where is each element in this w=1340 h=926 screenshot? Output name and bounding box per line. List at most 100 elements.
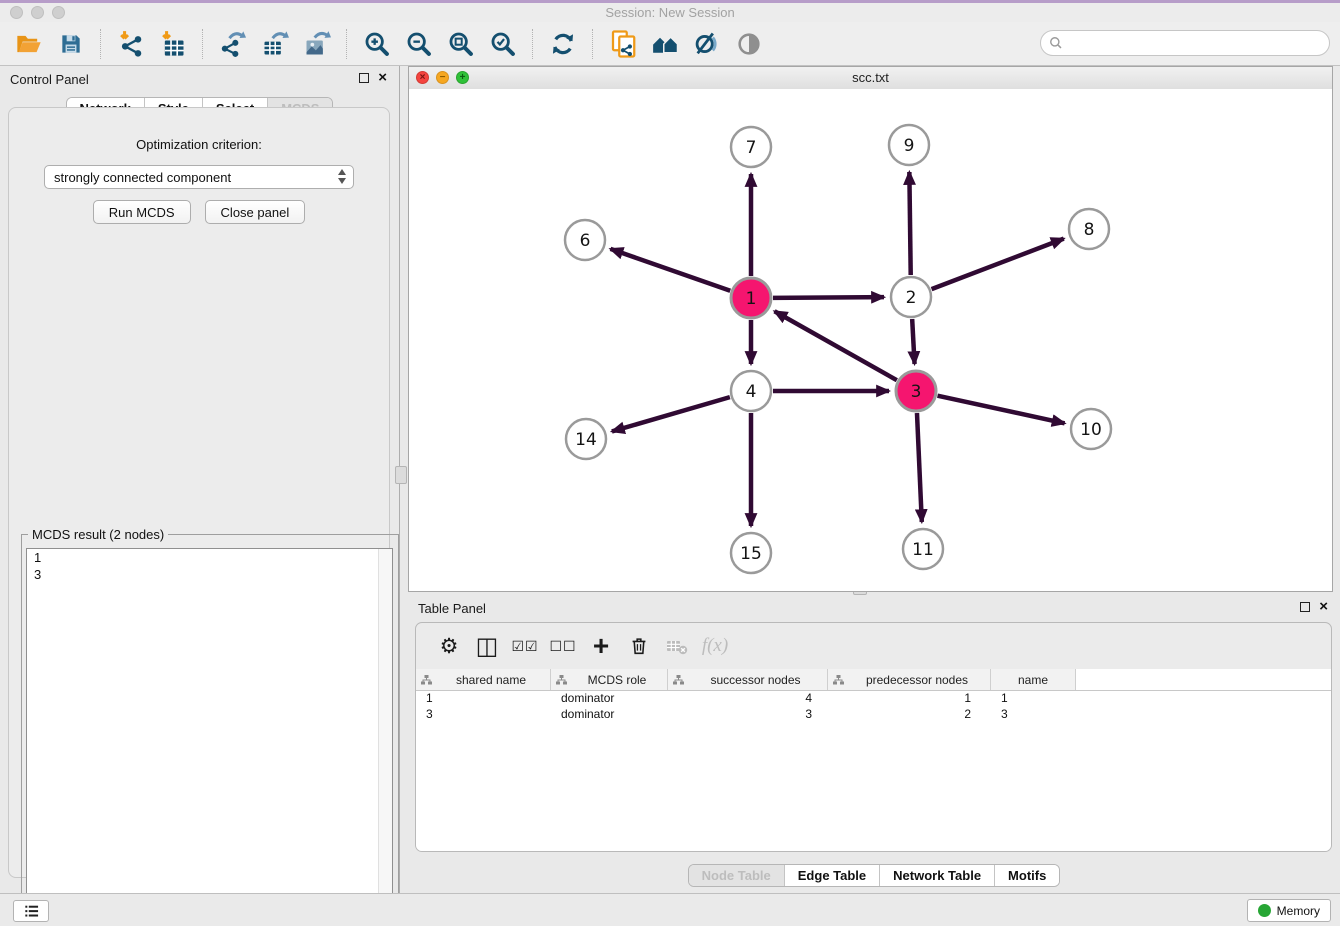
table-settings-button[interactable]: ⚙ bbox=[430, 631, 468, 661]
hide-graphics-details-icon bbox=[693, 30, 721, 58]
node-label: 7 bbox=[746, 138, 757, 158]
node-label: 2 bbox=[906, 288, 917, 308]
list-icon bbox=[23, 903, 40, 920]
graph-edge-3-1[interactable] bbox=[775, 311, 897, 380]
table-panel: Table Panel × ⚙ ◫ ☑☑ ☐☐ + bbox=[408, 595, 1340, 893]
zoom-selected-button[interactable] bbox=[485, 26, 521, 62]
search-input[interactable] bbox=[1069, 32, 1329, 54]
zoom-out-button[interactable] bbox=[401, 26, 437, 62]
zoom-fit-button[interactable] bbox=[443, 26, 479, 62]
memory-button[interactable]: Memory bbox=[1247, 899, 1331, 922]
table-row[interactable]: 3 dominator 3 2 3 bbox=[416, 707, 1331, 723]
float-panel-icon[interactable] bbox=[359, 73, 369, 83]
tab-network-table[interactable]: Network Table bbox=[879, 865, 994, 886]
clone-network-button[interactable] bbox=[605, 26, 641, 62]
column-header-shared-name[interactable]: shared name bbox=[416, 669, 551, 690]
table-row[interactable]: 1 dominator 4 1 1 bbox=[416, 691, 1331, 707]
plus-icon: + bbox=[593, 636, 609, 656]
mcds-result-line: 3 bbox=[27, 566, 392, 583]
zoom-selected-icon bbox=[489, 30, 517, 58]
graph-node-4[interactable]: 4 bbox=[731, 371, 771, 411]
search-field[interactable] bbox=[1040, 30, 1330, 56]
refresh-button[interactable] bbox=[545, 26, 581, 62]
export-network-button[interactable] bbox=[215, 26, 251, 62]
column-header-successor-nodes[interactable]: successor nodes bbox=[668, 669, 828, 690]
show-graphics-button[interactable] bbox=[731, 26, 767, 62]
select-all-button[interactable]: ☑☑ bbox=[506, 631, 544, 661]
add-column-button[interactable]: + bbox=[582, 631, 620, 661]
close-panel-button[interactable]: Close panel bbox=[205, 200, 306, 224]
graph-node-8[interactable]: 8 bbox=[1069, 209, 1109, 249]
cell-successor-nodes: 3 bbox=[668, 707, 828, 723]
graph-edge-1-2[interactable] bbox=[773, 297, 884, 298]
graph-edge-3-10[interactable] bbox=[937, 396, 1064, 424]
hide-details-button[interactable] bbox=[689, 26, 725, 62]
save-session-button[interactable] bbox=[53, 26, 89, 62]
cell-shared-name: 3 bbox=[416, 707, 551, 723]
run-mcds-button[interactable]: Run MCDS bbox=[93, 200, 191, 224]
criterion-value: strongly connected component bbox=[54, 170, 231, 185]
graph-node-14[interactable]: 14 bbox=[566, 419, 606, 459]
graph-node-11[interactable]: 11 bbox=[903, 529, 943, 569]
import-table-button[interactable] bbox=[155, 26, 191, 62]
node-label: 3 bbox=[911, 382, 922, 402]
graph-edge-2-9[interactable] bbox=[909, 172, 910, 275]
close-table-panel-icon[interactable]: × bbox=[1319, 601, 1328, 613]
close-panel-icon[interactable]: × bbox=[378, 72, 387, 84]
graph-edge-3-11[interactable] bbox=[917, 413, 922, 522]
zoom-in-button[interactable] bbox=[359, 26, 395, 62]
column-header-predecessor-nodes[interactable]: predecessor nodes bbox=[828, 669, 991, 690]
task-history-button[interactable] bbox=[13, 900, 49, 922]
result-scrollbar[interactable] bbox=[378, 549, 392, 907]
tab-node-table[interactable]: Node Table bbox=[689, 865, 784, 886]
graph-node-3[interactable]: 3 bbox=[896, 371, 936, 411]
graph-node-15[interactable]: 15 bbox=[731, 533, 771, 573]
column-header-name[interactable]: name bbox=[991, 669, 1076, 690]
export-network-icon bbox=[219, 30, 247, 58]
select-all-icon: ☑☑ bbox=[511, 638, 538, 655]
show-columns-button[interactable]: ◫ bbox=[468, 631, 506, 661]
graph-node-10[interactable]: 10 bbox=[1071, 409, 1111, 449]
delete-column-button[interactable] bbox=[620, 631, 658, 661]
deselect-all-button[interactable]: ☐☐ bbox=[544, 631, 582, 661]
network-window-titlebar[interactable]: × − + scc.txt bbox=[409, 67, 1332, 90]
import-network-icon bbox=[117, 30, 145, 58]
graph-edge-4-14[interactable] bbox=[612, 397, 730, 431]
vertical-splitter-handle[interactable] bbox=[395, 466, 407, 484]
export-table-button[interactable] bbox=[257, 26, 293, 62]
toolbar-separator bbox=[100, 29, 102, 59]
node-label: 1 bbox=[746, 289, 757, 309]
network-view-window: × − + scc.txt 7 9 6 8 1 2 4 3 14 10 15 11 bbox=[408, 66, 1333, 592]
float-table-panel-icon[interactable] bbox=[1300, 602, 1310, 612]
delete-table-button[interactable] bbox=[658, 631, 696, 661]
deselect-all-icon: ☐☐ bbox=[549, 638, 576, 655]
graph-node-6[interactable]: 6 bbox=[565, 220, 605, 260]
network-canvas[interactable]: 7 9 6 8 1 2 4 3 14 10 15 11 bbox=[409, 89, 1332, 591]
application-window: Session: New Session bbox=[0, 0, 1340, 926]
open-session-button[interactable] bbox=[11, 26, 47, 62]
mcds-panel-body: Optimization criterion: strongly connect… bbox=[8, 107, 390, 878]
graph-node-9[interactable]: 9 bbox=[889, 125, 929, 165]
export-image-button[interactable] bbox=[299, 26, 335, 62]
graph-node-2[interactable]: 2 bbox=[891, 277, 931, 317]
graph-edge-2-3[interactable] bbox=[912, 319, 914, 364]
graph-node-7[interactable]: 7 bbox=[731, 127, 771, 167]
control-panel-header: Control Panel × bbox=[0, 66, 399, 92]
tab-motifs[interactable]: Motifs bbox=[994, 865, 1059, 886]
import-network-button[interactable] bbox=[113, 26, 149, 62]
graph-edge-1-6[interactable] bbox=[610, 249, 730, 291]
mcds-result-textarea[interactable]: 1 3 bbox=[26, 548, 393, 908]
control-panel-title: Control Panel bbox=[10, 72, 89, 87]
hierarchy-icon bbox=[833, 675, 844, 685]
criterion-select[interactable]: strongly connected component bbox=[44, 165, 354, 189]
control-panel: Control Panel × Network Style Select MCD… bbox=[0, 66, 400, 893]
tab-edge-table[interactable]: Edge Table bbox=[784, 865, 879, 886]
refresh-icon bbox=[549, 30, 577, 58]
graph-edge-2-8[interactable] bbox=[932, 239, 1064, 290]
cell-name: 3 bbox=[991, 707, 1076, 723]
function-builder-button[interactable]: f(x) bbox=[696, 631, 734, 661]
table-panel-tabs: Node Table Edge Table Network Table Moti… bbox=[408, 864, 1340, 887]
graph-node-1[interactable]: 1 bbox=[731, 278, 771, 318]
first-neighbors-button[interactable] bbox=[647, 26, 683, 62]
column-header-mcds-role[interactable]: MCDS role bbox=[551, 669, 668, 690]
